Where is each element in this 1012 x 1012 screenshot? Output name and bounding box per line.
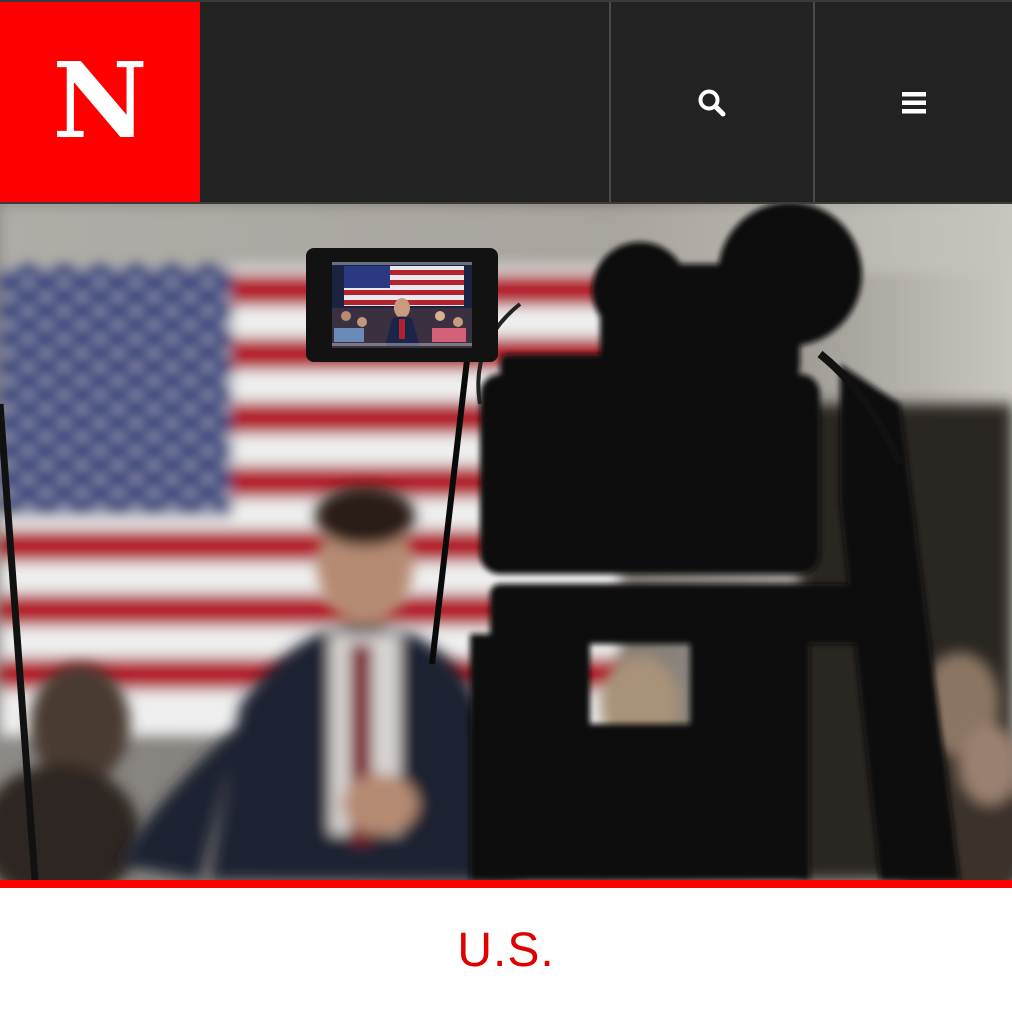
site-logo[interactable]: N [0,2,200,204]
hero-photo [0,204,1012,880]
hamburger-menu-icon [901,92,926,114]
logo-letter: N [52,39,148,162]
menu-button[interactable] [813,2,1012,204]
hero-image[interactable] [0,204,1012,880]
section-label[interactable]: U.S. [457,923,554,978]
section-heading[interactable]: U.S. [0,888,1012,1012]
site-header: N [0,0,1012,204]
search-button[interactable] [609,2,813,204]
search-icon [698,89,726,117]
section-accent-bar [0,880,1012,888]
